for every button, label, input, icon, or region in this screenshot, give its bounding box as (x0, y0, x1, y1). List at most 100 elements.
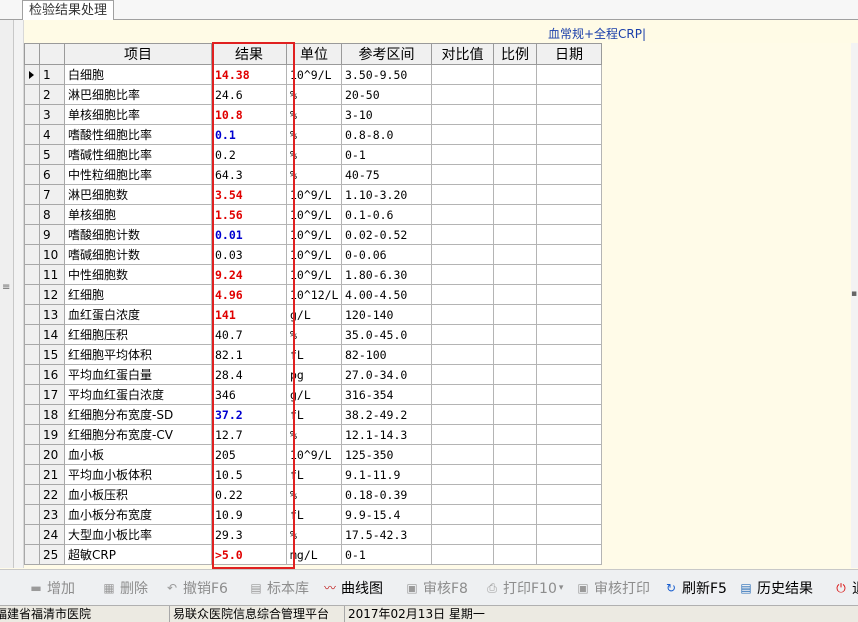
item-name-cell[interactable]: 单核细胞 (64, 204, 212, 225)
reference-cell[interactable]: 38.2-49.2 (341, 404, 432, 425)
ratio-cell[interactable] (493, 464, 537, 485)
date-cell[interactable] (536, 284, 602, 305)
reference-cell[interactable]: 120-140 (341, 304, 432, 325)
refresh-button[interactable]: ↻ 刷新F5 (663, 579, 727, 597)
item-name-cell[interactable]: 平均血小板体积 (64, 464, 212, 485)
compare-cell[interactable] (431, 304, 494, 325)
item-name-cell[interactable]: 红细胞平均体积 (64, 344, 212, 365)
result-cell[interactable]: 40.7 (211, 324, 287, 345)
unit-cell[interactable]: % (286, 84, 342, 105)
table-row[interactable]: 19 红细胞分布宽度-CV 12.7% 12.1-14.3 (24, 424, 602, 445)
result-cell[interactable]: 346 (211, 384, 287, 405)
compare-cell[interactable] (431, 144, 494, 165)
date-cell[interactable] (536, 304, 602, 325)
unit-cell[interactable]: fL (286, 504, 342, 525)
unit-cell[interactable]: 10^12/L (286, 284, 342, 305)
result-cell[interactable]: 0.03 (211, 244, 287, 265)
item-name-cell[interactable]: 红细胞压积 (64, 324, 212, 345)
compare-cell[interactable] (431, 324, 494, 345)
result-cell[interactable]: 0.22 (211, 484, 287, 505)
result-cell[interactable]: 82.1 (211, 344, 287, 365)
unit-cell[interactable]: % (286, 424, 342, 445)
compare-cell[interactable] (431, 544, 494, 565)
column-header-reference[interactable]: 参考区间 (341, 43, 432, 65)
date-cell[interactable] (536, 524, 602, 545)
item-name-cell[interactable]: 嗜酸性细胞比率 (64, 124, 212, 145)
compare-cell[interactable] (431, 384, 494, 405)
table-row[interactable]: 11 中性细胞数 9.24 10^9/L 1.80-6.30 (24, 264, 602, 285)
unit-cell[interactable]: mg/L (286, 544, 342, 565)
table-row[interactable]: 9 嗜酸细胞计数 0.01 10^9/L 0.02-0.52 (24, 224, 602, 245)
compare-cell[interactable] (431, 524, 494, 545)
result-cell[interactable]: 28.4 (211, 364, 287, 385)
item-name-cell[interactable]: 嗜酸细胞计数 (64, 224, 212, 245)
compare-cell[interactable] (431, 264, 494, 285)
reference-cell[interactable]: 125-350 (341, 444, 432, 465)
table-row[interactable]: 21 平均血小板体积 10.5 fL 9.1-11.9 (24, 464, 602, 485)
item-name-cell[interactable]: 嗜碱细胞计数 (64, 244, 212, 265)
compare-cell[interactable] (431, 504, 494, 525)
reference-cell[interactable]: 17.5-42.3 (341, 524, 432, 545)
date-cell[interactable] (536, 104, 602, 125)
date-cell[interactable] (536, 144, 602, 165)
compare-cell[interactable] (431, 64, 494, 85)
table-row[interactable]: 20 血小板 205 10^9/L 125-350 (24, 444, 602, 465)
delete-button[interactable]: ▦ 删除 (101, 579, 148, 597)
unit-cell[interactable]: 10^9/L (286, 184, 342, 205)
unit-cell[interactable]: fL (286, 344, 342, 365)
ratio-cell[interactable] (493, 444, 537, 465)
table-row[interactable]: 1 白细胞 14.38 10^9/L 3.50-9.50 (24, 64, 602, 85)
ratio-cell[interactable] (493, 364, 537, 385)
reference-cell[interactable]: 9.9-15.4 (341, 504, 432, 525)
result-cell[interactable]: 29.3 (211, 524, 287, 545)
reference-cell[interactable]: 0.8-8.0 (341, 124, 432, 145)
unit-cell[interactable]: 10^9/L (286, 64, 342, 85)
date-cell[interactable] (536, 364, 602, 385)
unit-cell[interactable]: % (286, 324, 342, 345)
date-cell[interactable] (536, 544, 602, 565)
compare-cell[interactable] (431, 344, 494, 365)
item-name-cell[interactable]: 血红蛋白浓度 (64, 304, 212, 325)
result-cell[interactable]: 10.9 (211, 504, 287, 525)
unit-cell[interactable]: 10^9/L (286, 244, 342, 265)
date-cell[interactable] (536, 224, 602, 245)
reference-cell[interactable]: 35.0-45.0 (341, 324, 432, 345)
item-name-cell[interactable]: 超敏CRP (64, 544, 212, 565)
unit-cell[interactable]: pg (286, 364, 342, 385)
date-cell[interactable] (536, 324, 602, 345)
ratio-cell[interactable] (493, 244, 537, 265)
ratio-cell[interactable] (493, 424, 537, 445)
compare-cell[interactable] (431, 104, 494, 125)
date-cell[interactable] (536, 164, 602, 185)
template-button[interactable]: ▤ 标本库 (248, 579, 309, 597)
reference-cell[interactable]: 82-100 (341, 344, 432, 365)
undo-button[interactable]: ↶ 撤销F6 (164, 579, 228, 597)
table-row[interactable]: 13 血红蛋白浓度 141 g/L 120-140 (24, 304, 602, 325)
ratio-cell[interactable] (493, 104, 537, 125)
date-cell[interactable] (536, 64, 602, 85)
ratio-cell[interactable] (493, 504, 537, 525)
compare-cell[interactable] (431, 84, 494, 105)
ratio-cell[interactable] (493, 84, 537, 105)
unit-cell[interactable]: 10^9/L (286, 444, 342, 465)
result-cell[interactable]: 12.7 (211, 424, 287, 445)
item-name-cell[interactable]: 白细胞 (64, 64, 212, 85)
result-cell[interactable]: 4.96 (211, 284, 287, 305)
date-cell[interactable] (536, 204, 602, 225)
reference-cell[interactable]: 0.02-0.52 (341, 224, 432, 245)
print-button[interactable]: ⎙ 打印F10 ▾ (484, 579, 563, 597)
table-row[interactable]: 10 嗜碱细胞计数 0.03 10^9/L 0-0.06 (24, 244, 602, 265)
date-cell[interactable] (536, 184, 602, 205)
result-cell[interactable]: 9.24 (211, 264, 287, 285)
exit-button[interactable]: ⏻退 (833, 579, 858, 597)
date-cell[interactable] (536, 124, 602, 145)
ratio-cell[interactable] (493, 144, 537, 165)
compare-cell[interactable] (431, 284, 494, 305)
result-cell[interactable]: 141 (211, 304, 287, 325)
ratio-cell[interactable] (493, 304, 537, 325)
reference-cell[interactable]: 9.1-11.9 (341, 464, 432, 485)
column-header-compare[interactable]: 对比值 (431, 43, 494, 65)
item-name-cell[interactable]: 红细胞 (64, 284, 212, 305)
ratio-cell[interactable] (493, 524, 537, 545)
unit-cell[interactable]: fL (286, 404, 342, 425)
